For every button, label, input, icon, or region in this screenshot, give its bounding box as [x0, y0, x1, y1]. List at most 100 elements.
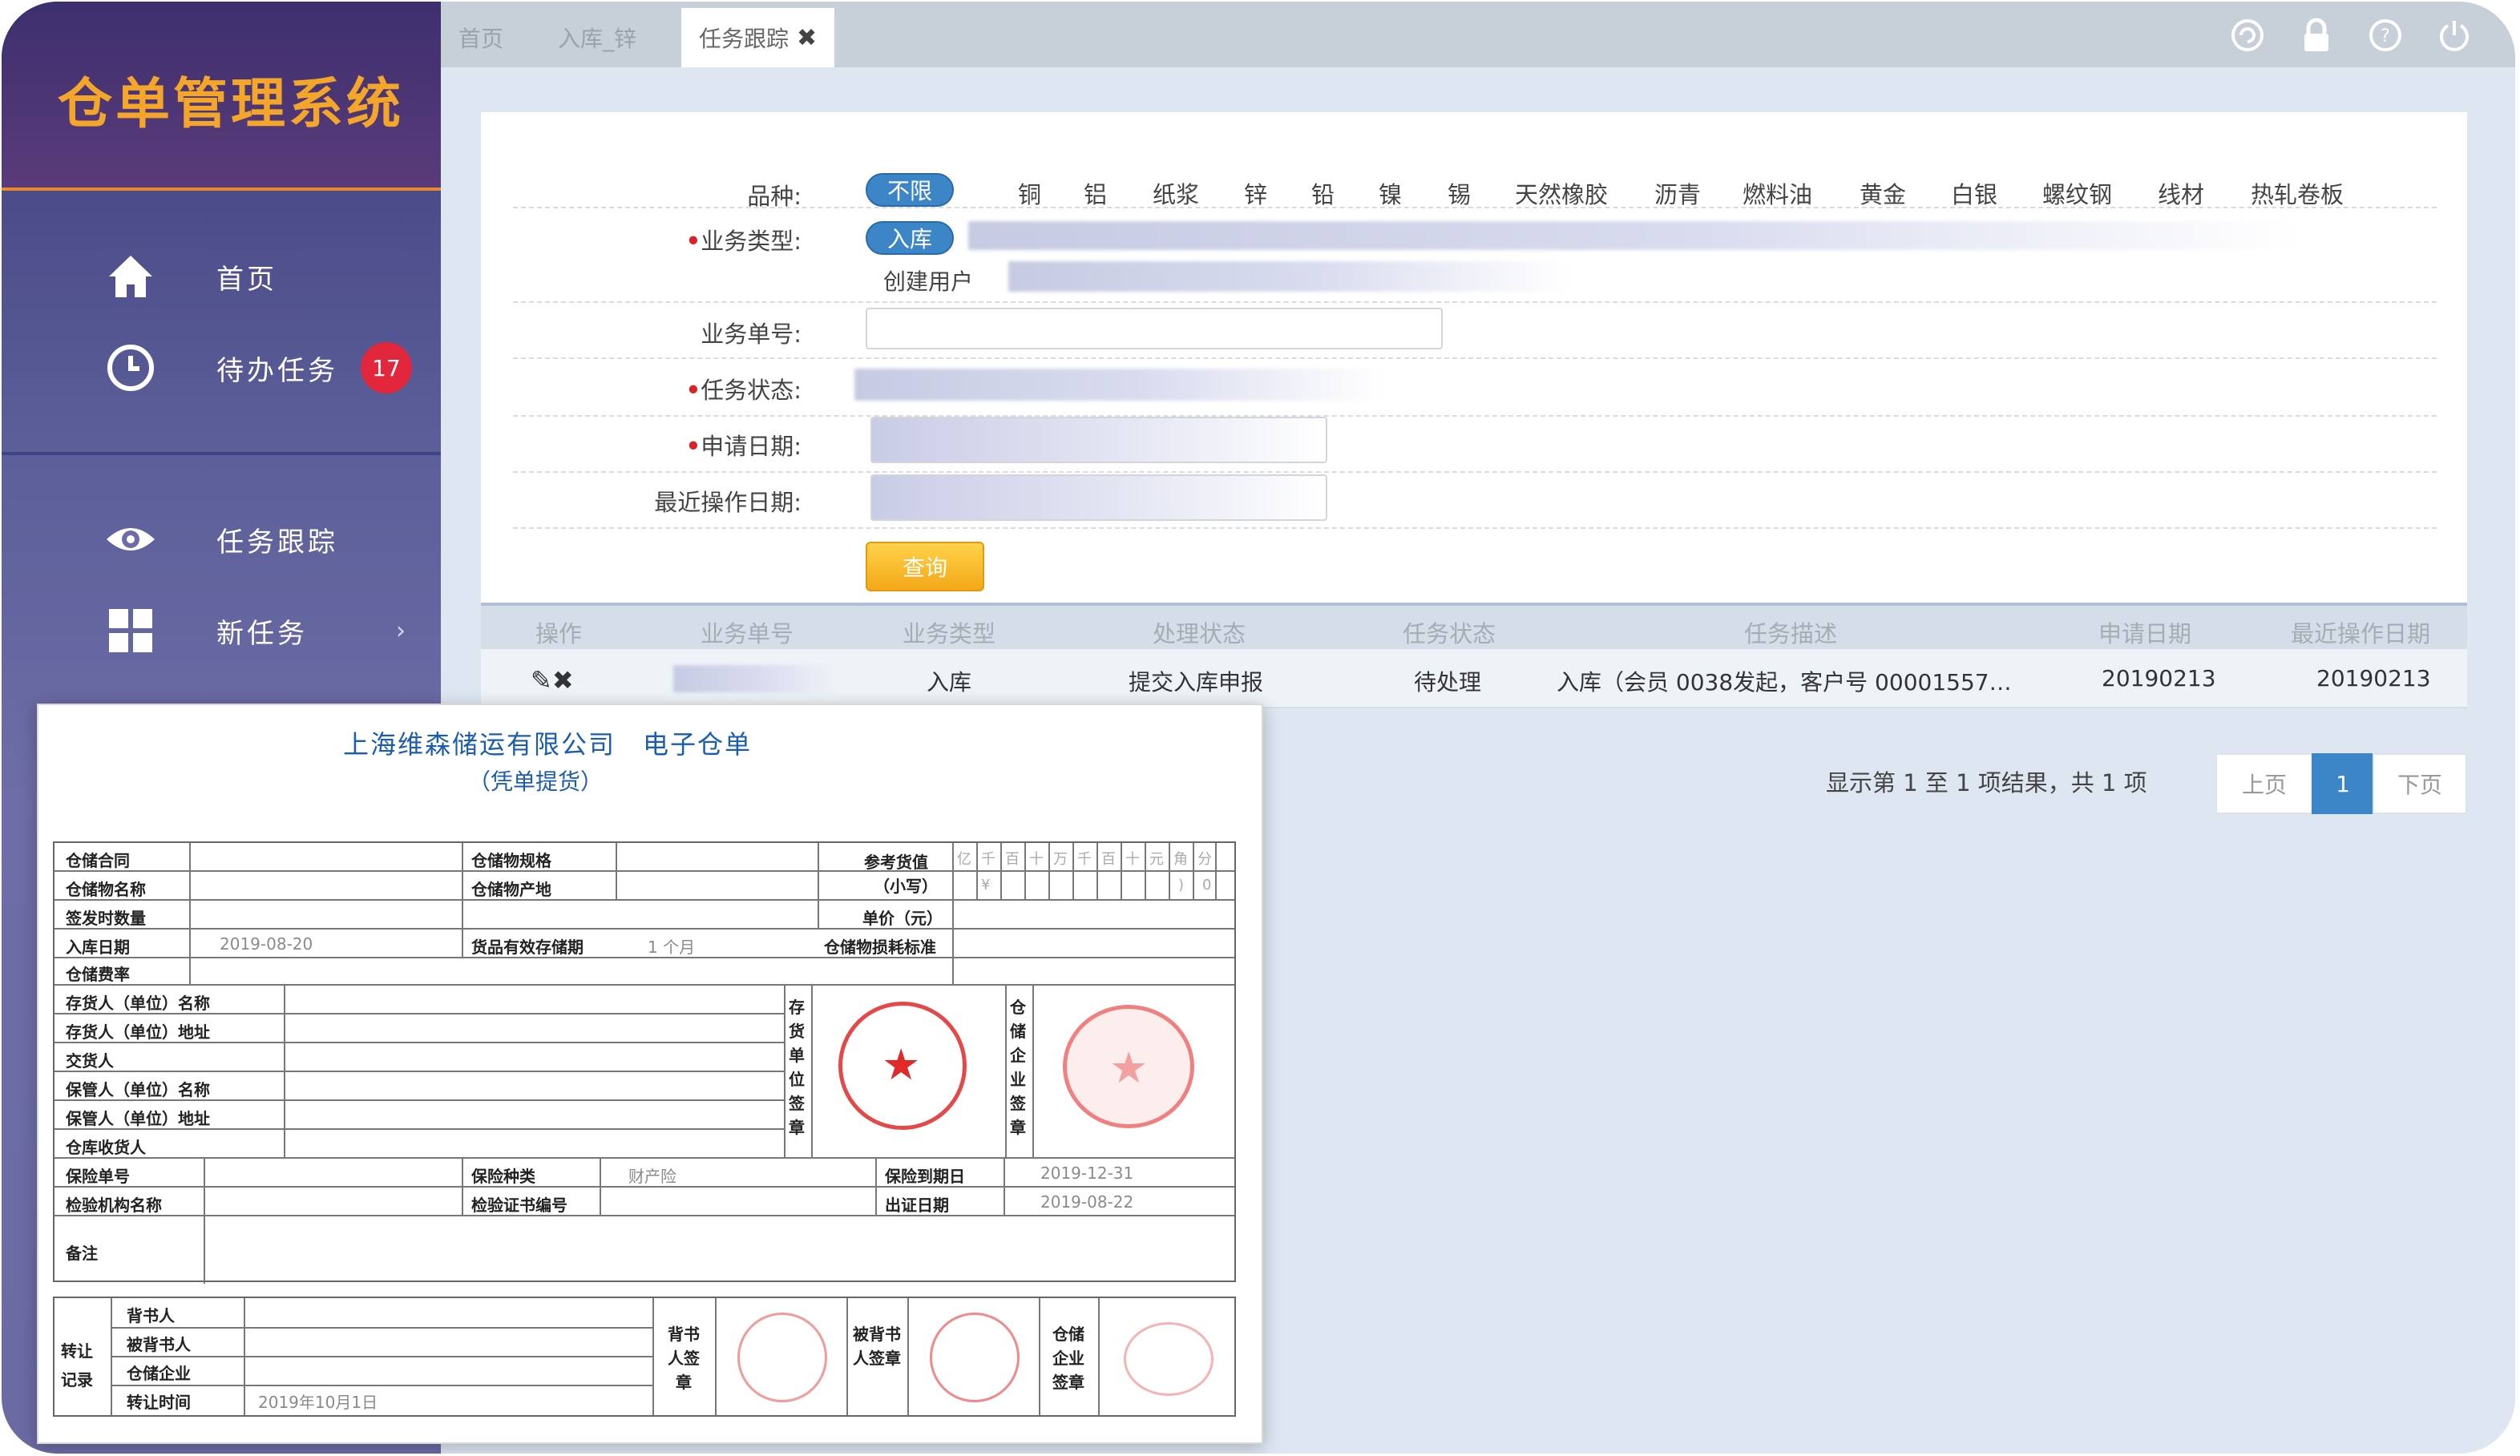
sidebar-item-label: 任务跟踪 — [216, 526, 338, 559]
label-wh-seal: 仓储企业签章 — [1052, 1325, 1084, 1392]
creator-options-blurred — [1008, 261, 1569, 292]
variety-option-all[interactable]: 不限 — [866, 173, 954, 207]
column-header[interactable]: 业务类型 — [903, 615, 995, 649]
lock-icon[interactable] — [2297, 16, 2336, 54]
variety-option[interactable]: 镍 — [1379, 176, 1402, 210]
grid-line — [284, 984, 285, 1157]
label-fee-rate: 仓储费率 — [66, 965, 130, 984]
grid-line — [189, 843, 191, 984]
grid-line — [55, 899, 1234, 901]
variety-option[interactable]: 天然橡胶 — [1515, 176, 1608, 210]
tab-inbound-zinc[interactable]: 入库_锌 — [540, 8, 654, 67]
page-1-button[interactable]: 1 — [2312, 753, 2374, 814]
column-header[interactable]: 申请日期 — [2098, 615, 2191, 649]
table-row[interactable]: ✎✖ 入库 提交入库申报 待处理 入库（会员 0038发起，客户号 000015… — [481, 649, 2467, 708]
refresh-icon[interactable] — [2228, 16, 2267, 54]
last-op-date-input[interactable] — [870, 474, 1327, 521]
grid-line — [55, 1071, 785, 1072]
grid-line — [1005, 984, 1007, 1157]
edit-delete-icons[interactable]: ✎✖ — [531, 665, 574, 696]
variety-option[interactable]: 铝 — [1084, 176, 1107, 210]
sidebar-item-new-task[interactable]: 新任务 › — [2, 595, 441, 667]
grid-line — [846, 1298, 848, 1415]
help-icon[interactable]: ? — [2366, 16, 2405, 54]
biz-type-inbound[interactable]: 入库 — [866, 221, 954, 255]
task-status-label: •任务状态: — [685, 377, 802, 404]
grid-line — [907, 1298, 909, 1415]
value-transfer-time: 2019年10月1日 — [258, 1393, 378, 1412]
endorser-seal-stamp — [737, 1313, 827, 1402]
cell-last-op-date: 20190213 — [2316, 665, 2431, 692]
creator-label: 创建用户 — [883, 268, 974, 295]
divider — [513, 471, 2437, 473]
label-ref-value-small: （小写） — [874, 877, 938, 896]
column-header[interactable]: 最近操作日期 — [2291, 615, 2430, 649]
grid-line — [55, 1157, 1234, 1159]
biz-type-options-blurred — [968, 221, 2299, 250]
column-header: 操作 — [535, 620, 583, 647]
label-warehouse-seal: 仓储企业签章 — [1010, 998, 1026, 1137]
close-icon[interactable]: ✖ — [797, 24, 817, 52]
grid-line — [600, 1157, 601, 1215]
variety-option[interactable]: 线材 — [2158, 176, 2204, 210]
sidebar-item-tracking[interactable]: 任务跟踪 — [2, 503, 441, 575]
app-logo-title: 仓单管理系统 — [58, 73, 405, 136]
column-header[interactable]: 任务状态 — [1403, 615, 1496, 649]
label-ins-type: 保险种类 — [471, 1167, 535, 1186]
label-wh-company: 仓储企业 — [127, 1364, 191, 1383]
sidebar-item-todo[interactable]: 待办任务 17 — [2, 332, 441, 404]
prev-page-button[interactable]: 上页 — [2215, 753, 2313, 814]
label-depositor-seal: 存货单位签章 — [789, 998, 805, 1137]
grid-line — [55, 928, 1234, 930]
variety-option[interactable]: 铅 — [1311, 176, 1335, 210]
currency-symbol: ¥ — [981, 877, 991, 893]
label-transfer-time: 转让时间 — [127, 1393, 191, 1412]
value-issue-date: 2019-08-22 — [1040, 1192, 1134, 1212]
next-page-button[interactable]: 下页 — [2373, 753, 2467, 814]
column-header[interactable]: 任务描述 — [1744, 615, 1837, 649]
grid-line — [1032, 984, 1034, 1157]
variety-option[interactable]: 纸浆 — [1153, 176, 1199, 210]
sidebar-item-label: 新任务 — [216, 617, 308, 650]
biz-no-label: 业务单号: — [701, 321, 802, 348]
logo-area: 仓单管理系统 — [2, 2, 441, 191]
tab-home[interactable]: 首页 — [441, 8, 521, 67]
variety-option[interactable]: 白银 — [1951, 176, 1997, 210]
column-header[interactable]: 处理状态 — [1153, 615, 1246, 649]
star-icon: ★ — [1109, 1043, 1149, 1093]
column-header[interactable]: 业务单号 — [701, 615, 794, 649]
label-endorser-seal: 背书人签章 — [668, 1325, 700, 1392]
label-transfer-record: 转让记录 — [61, 1341, 93, 1389]
value-valid-period: 1 个月 — [648, 938, 696, 957]
receipt-transfer-grid: 转让记录 背书人 被背书人 仓储企业 转让时间 2019年10月1日 背书人签章… — [53, 1297, 1236, 1417]
grid-line — [462, 1157, 463, 1215]
variety-option[interactable]: 铜 — [1018, 176, 1041, 210]
cell-task-status: 待处理 — [1414, 669, 1482, 696]
grid-line — [1004, 1157, 1005, 1215]
digit-value: 0 — [1202, 877, 1212, 893]
sidebar-item-home[interactable]: 首页 — [2, 240, 441, 313]
grid-line — [652, 1298, 654, 1415]
apply-date-input[interactable] — [870, 417, 1327, 463]
label-inspect-org: 检验机构名称 — [66, 1196, 162, 1215]
query-button[interactable]: 查询 — [866, 542, 984, 591]
tab-label: 任务跟踪 — [699, 26, 790, 52]
power-icon[interactable] — [2435, 16, 2474, 54]
chevron-right-icon: › — [396, 616, 406, 645]
variety-option[interactable]: 螺纹钢 — [2042, 176, 2112, 210]
variety-option[interactable]: 锡 — [1448, 176, 1471, 210]
eye-icon — [103, 511, 159, 567]
sidebar-item-label: 待办任务 — [216, 354, 338, 387]
variety-option[interactable]: 黄金 — [1860, 176, 1906, 210]
variety-option[interactable]: 锌 — [1244, 176, 1267, 210]
tab-task-tracking[interactable]: 任务跟踪 ✖ — [681, 8, 835, 67]
biz-no-input[interactable] — [866, 308, 1443, 349]
value-in-date: 2019-08-20 — [220, 934, 313, 954]
label-spec: 仓储物规格 — [471, 851, 551, 870]
variety-option[interactable]: 燃料油 — [1743, 176, 1812, 210]
label-ins-expire: 保险到期日 — [885, 1167, 965, 1186]
sidebar-item-label: 首页 — [216, 263, 277, 296]
variety-option[interactable]: 沥青 — [1654, 176, 1701, 210]
variety-option[interactable]: 热轧卷板 — [2251, 176, 2344, 210]
search-form: 品种: 不限 铜 铝 纸浆 锌 铅 镍 锡 天然橡胶 沥青 燃料油 黄金 白银 … — [481, 112, 2467, 603]
